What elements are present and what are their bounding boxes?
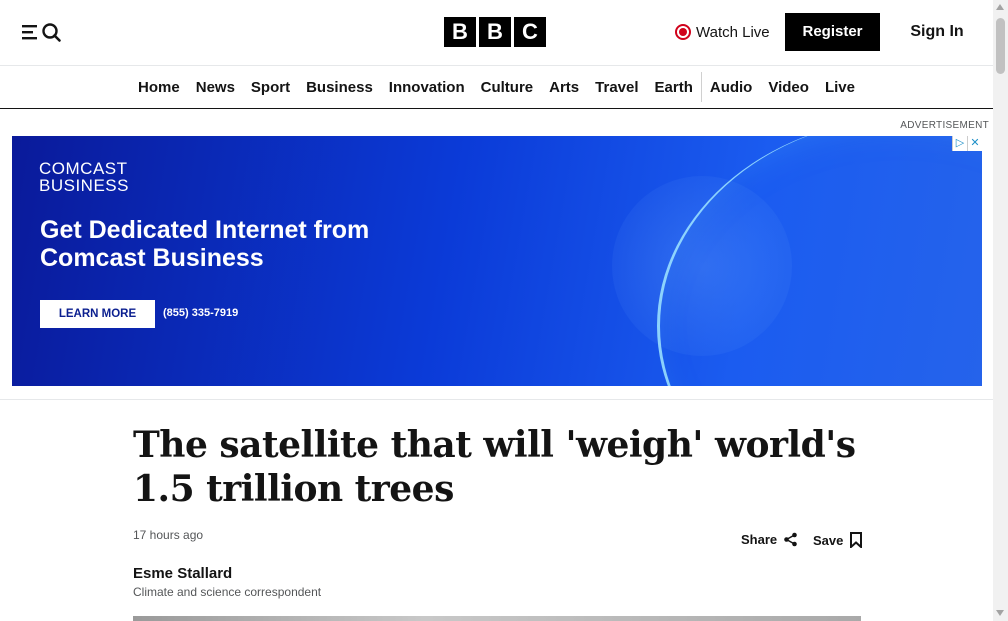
bookmark-icon <box>850 532 863 548</box>
watch-live-label: Watch Live <box>696 23 770 41</box>
menu-icon <box>22 23 61 42</box>
ad-brand-line: COMCAST <box>39 159 128 178</box>
main-nav: Home News Sport Business Innovation Cult… <box>0 66 993 109</box>
register-button[interactable]: Register <box>785 13 880 51</box>
author-name[interactable]: Esme Stallard <box>133 565 232 582</box>
save-button[interactable]: Save <box>813 532 863 548</box>
nav-item-earth[interactable]: Earth <box>647 79 701 96</box>
scroll-thumb[interactable] <box>996 18 1005 74</box>
advertisement-banner[interactable]: COMCAST BUSINESS Get Dedicated Internet … <box>12 136 982 386</box>
ad-arc-decoration <box>657 136 982 386</box>
nav-item-culture[interactable]: Culture <box>473 79 542 96</box>
nav-item-live[interactable]: Live <box>817 79 863 96</box>
ad-brand-line: BUSINESS <box>39 176 129 195</box>
play-triangle-icon[interactable]: ▷ <box>952 136 967 151</box>
nav-item-home[interactable]: Home <box>130 79 188 96</box>
site-header: B B C Watch Live Register Sign In <box>0 0 993 66</box>
scroll-down-arrow-icon[interactable] <box>996 610 1004 616</box>
article-timestamp: 17 hours ago <box>133 528 204 542</box>
ad-learn-more-button[interactable]: LEARN MORE <box>40 300 155 328</box>
close-icon[interactable]: ✕ <box>967 136 982 151</box>
ad-headline: Get Dedicated Internet from Comcast Busi… <box>40 216 370 272</box>
article-headline: The satellite that will 'weigh' world's … <box>133 424 856 510</box>
page: B B C Watch Live Register Sign In Home N… <box>0 0 993 621</box>
save-label: Save <box>813 532 844 548</box>
nav-item-sport[interactable]: Sport <box>243 79 298 96</box>
ad-brand-logo: COMCAST BUSINESS <box>39 160 129 194</box>
nav-item-travel[interactable]: Travel <box>587 79 646 96</box>
share-button[interactable]: Share <box>741 532 798 547</box>
share-label: Share <box>741 532 778 547</box>
section-divider <box>0 399 993 400</box>
watch-live-link[interactable]: Watch Live <box>675 22 770 42</box>
live-dot-icon <box>675 24 691 40</box>
ad-choices: ▷ ✕ <box>952 136 982 151</box>
logo-letter: C <box>514 17 546 47</box>
logo-letter: B <box>444 17 476 47</box>
nav-item-video[interactable]: Video <box>760 79 817 96</box>
scroll-up-arrow-icon[interactable] <box>996 4 1004 10</box>
page-scrollbar[interactable] <box>993 0 1008 621</box>
nav-item-audio[interactable]: Audio <box>702 79 761 96</box>
share-icon <box>784 532 797 547</box>
author-role: Climate and science correspondent <box>133 585 322 599</box>
nav-item-news[interactable]: News <box>188 79 243 96</box>
logo-letter: B <box>479 17 511 47</box>
menu-search-button[interactable] <box>21 20 63 44</box>
nav-item-business[interactable]: Business <box>298 79 381 96</box>
advertisement-label: ADVERTISEMENT <box>900 120 989 131</box>
ad-phone-number: (855) 335-7919 <box>163 307 239 319</box>
nav-item-arts[interactable]: Arts <box>541 79 587 96</box>
hero-image <box>133 616 861 621</box>
search-icon <box>42 23 61 42</box>
sign-in-button[interactable]: Sign In <box>896 13 978 51</box>
nav-item-innovation[interactable]: Innovation <box>381 79 473 96</box>
bbc-logo[interactable]: B B C <box>444 17 546 47</box>
